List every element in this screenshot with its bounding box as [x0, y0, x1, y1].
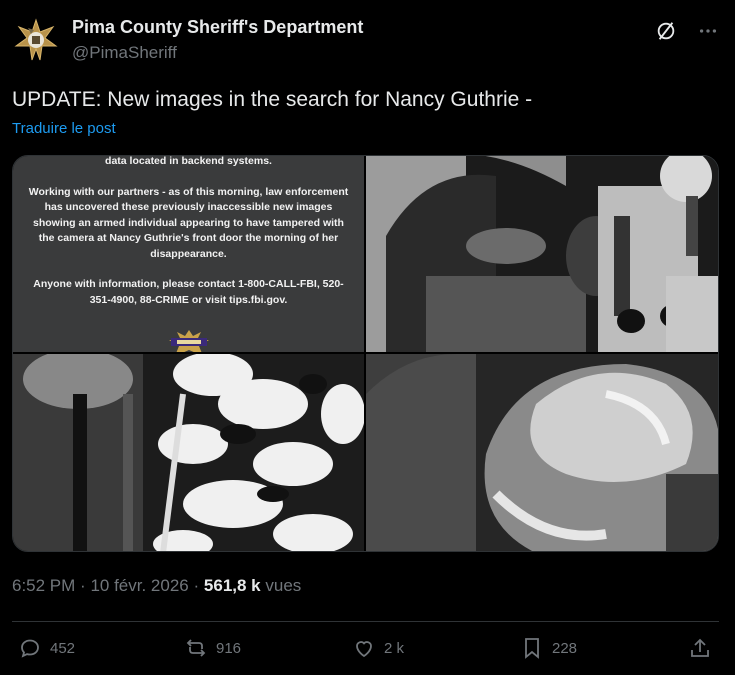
repost-button[interactable]: 916 [184, 636, 241, 660]
meta-separator: · [80, 576, 86, 595]
avatar[interactable] [12, 16, 60, 64]
reply-icon [21, 639, 39, 658]
heart-icon [356, 641, 372, 658]
media-photo-notice[interactable]: data located in backend systems. Working… [13, 156, 364, 352]
media-photo-plants[interactable] [13, 354, 364, 551]
plants-scene [13, 354, 364, 551]
notice-line-1: data located in backend systems. [105, 156, 272, 167]
tweet-header: Pima County Sheriff's Department @PimaSh… [12, 12, 723, 68]
media-grid: data located in backend systems. Working… [12, 155, 719, 552]
media-photo-glove[interactable] [366, 354, 718, 551]
action-bar: 452 916 2 k 228 [18, 636, 713, 666]
more-options-icon[interactable] [695, 18, 721, 44]
tweet-meta: 6:52 PM · 10 févr. 2026 · 561,8 k vues [12, 576, 301, 596]
author-handle[interactable]: @PimaSheriff [72, 43, 363, 63]
media-photo-doorway[interactable] [366, 156, 718, 352]
views-label: vues [265, 576, 302, 595]
views-count[interactable]: 561,8 k [204, 576, 261, 595]
notice-paragraph-2: Working with our partners - as of this m… [28, 185, 349, 260]
grok-icon[interactable] [653, 18, 679, 44]
bookmark-count: 228 [552, 639, 578, 657]
tweet-date[interactable]: 10 févr. 2026 [90, 576, 188, 595]
sheriff-star-badge-icon [12, 16, 60, 64]
meta-separator: · [193, 576, 200, 595]
share-button[interactable] [688, 636, 712, 660]
tweet-time[interactable]: 6:52 PM [12, 576, 75, 595]
repost-count: 916 [216, 639, 242, 657]
notice-paragraph-3: Anyone with information, please contact … [33, 278, 344, 306]
share-icon [691, 638, 709, 657]
reply-count: 452 [50, 639, 76, 657]
bookmark-icon [525, 638, 539, 659]
like-button[interactable]: 2 k [352, 636, 404, 660]
reply-button[interactable]: 452 [18, 636, 75, 660]
repost-icon [186, 639, 206, 657]
notice-text: data located in backend systems. Working… [27, 156, 350, 323]
glove-scene [366, 354, 718, 551]
divider [12, 621, 719, 622]
translate-post-link[interactable]: Traduire le post [12, 120, 116, 137]
author-display-name[interactable]: Pima County Sheriff's Department [72, 17, 363, 38]
tweet-text: UPDATE: New images in the search for Nan… [12, 88, 533, 111]
doorway-scene [366, 156, 718, 352]
like-count: 2 k [384, 639, 405, 657]
sheriff-logo-icon [169, 330, 209, 352]
bookmark-button[interactable]: 228 [520, 636, 577, 660]
